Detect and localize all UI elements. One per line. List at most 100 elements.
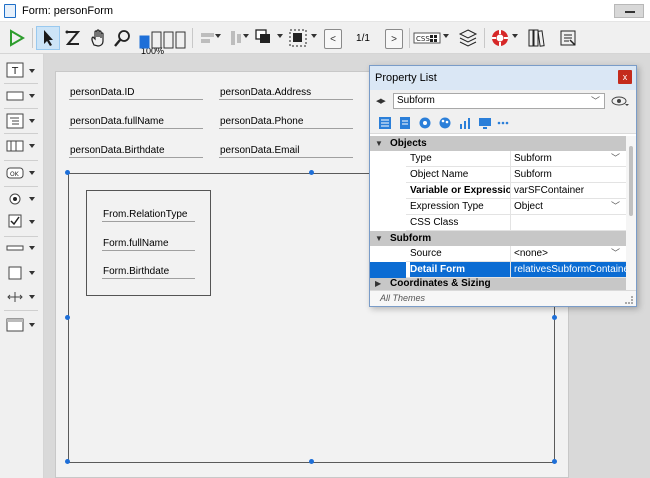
chevron-down-icon[interactable] (29, 94, 35, 98)
resize-handle-left[interactable] (65, 315, 70, 320)
list-box-tool-button[interactable] (6, 138, 24, 154)
object-selector-dropdown[interactable]: Subform ﹀ (393, 93, 605, 109)
field-persondata-email[interactable]: personData.Email (219, 145, 353, 158)
text-tool-button[interactable]: T (6, 62, 24, 78)
chevron-down-icon[interactable] (215, 34, 221, 38)
layers-icon (458, 29, 478, 47)
resize-handle-top-left[interactable] (65, 170, 70, 175)
section-objects[interactable]: ▼ Objects (370, 136, 626, 151)
subform-tool-button[interactable] (6, 317, 24, 333)
monitor-icon[interactable] (478, 116, 492, 130)
resize-handle-right[interactable] (552, 315, 557, 320)
field-relationtype[interactable]: From.RelationType (102, 209, 195, 222)
chevron-down-icon[interactable] (29, 271, 35, 275)
radio-tool-button[interactable] (6, 191, 24, 207)
property-row-source[interactable]: Source <none> ﹀ (370, 246, 626, 262)
checkbox-tool-button[interactable] (6, 213, 24, 229)
chevron-down-icon[interactable] (29, 295, 35, 299)
chevron-down-icon[interactable]: ﹀ (611, 151, 620, 166)
caret-down-icon: ▼ (375, 139, 383, 148)
palette-icon[interactable] (438, 116, 452, 130)
chevron-down-icon[interactable] (29, 197, 35, 201)
list-of-objects-button[interactable] (556, 26, 580, 50)
chevron-down-icon[interactable] (29, 220, 35, 224)
chevron-down-icon[interactable] (443, 34, 449, 38)
layers-stack-icon (255, 29, 270, 43)
chevron-down-icon[interactable] (29, 69, 35, 73)
resize-handle-bottom-left[interactable] (65, 459, 70, 464)
zoom-tool-button[interactable] (111, 26, 135, 50)
group-button[interactable] (286, 26, 310, 50)
property-list-titlebar[interactable]: Property List x (370, 66, 636, 90)
chevron-down-icon[interactable]: ﹀ (611, 199, 620, 214)
theme-filter-label[interactable]: All Themes (380, 293, 425, 303)
hierarchical-list-icon (6, 113, 24, 129)
line-tool-button[interactable] (6, 240, 24, 256)
macros-button[interactable] (488, 26, 512, 50)
select-tool-button[interactable] (36, 26, 60, 50)
hierarchical-list-tool-button[interactable] (6, 113, 24, 129)
property-row-type[interactable]: Type Subform ﹀ (370, 151, 626, 167)
field-form-fullname[interactable]: Form.fullName (102, 238, 195, 251)
chevron-down-icon[interactable] (29, 119, 35, 123)
field-persondata-fullname[interactable]: personData.fullName (69, 116, 203, 129)
property-grid-scrollbar[interactable] (626, 136, 636, 290)
views-button[interactable] (456, 26, 480, 50)
css-preview-button[interactable]: CSS (413, 26, 441, 50)
chevron-down-icon[interactable] (512, 34, 518, 38)
resize-handle-bottom-right[interactable] (552, 459, 557, 464)
arrow-pointer-icon (44, 30, 53, 46)
chevron-down-icon[interactable] (277, 34, 283, 38)
minimize-button[interactable] (614, 4, 644, 18)
splitter-tool-button[interactable] (6, 289, 24, 305)
object-nav-arrows-icon[interactable]: ◀▶ (376, 97, 386, 105)
property-row-css-class[interactable]: CSS Class (370, 215, 626, 231)
field-persondata-birthdate[interactable]: personData.Birthdate (69, 145, 203, 158)
distribute-button[interactable] (224, 26, 248, 50)
eye-icon[interactable] (611, 95, 629, 107)
library-books-icon (528, 29, 545, 47)
previous-page-button[interactable]: < (324, 29, 342, 49)
button-tool-button[interactable]: OK (6, 165, 24, 181)
entry-order-button[interactable] (61, 26, 85, 50)
zoom-level-buttons[interactable] (139, 30, 187, 50)
chevron-down-icon[interactable] (311, 34, 317, 38)
page-indicator: 1/1 (356, 33, 370, 44)
list-view-icon[interactable] (378, 116, 392, 130)
run-form-button[interactable] (4, 26, 28, 50)
property-row-object-name[interactable]: Object Name Subform (370, 167, 626, 183)
resize-grip-icon[interactable] (625, 296, 633, 304)
property-grid: ▼ Objects Type Subform ﹀ Object Name Sub… (370, 136, 626, 290)
section-subform[interactable]: ▼ Subform (370, 231, 626, 246)
play-icon (10, 29, 25, 47)
chevron-down-icon[interactable] (29, 171, 35, 175)
resize-handle-bottom[interactable] (309, 459, 314, 464)
section-coordinates-sizing[interactable]: ▶ Coordinates & Sizing (370, 278, 626, 290)
close-button[interactable]: x (618, 70, 632, 84)
next-page-button[interactable]: > (385, 29, 403, 49)
more-options-icon[interactable] (496, 116, 510, 130)
field-persondata-address[interactable]: personData.Address (219, 87, 353, 100)
property-row-variable-or-expression[interactable]: Variable or Expression varSFContainer (370, 183, 626, 199)
rectangle-tool-button[interactable] (6, 265, 24, 281)
field-persondata-phone[interactable]: personData.Phone (219, 116, 353, 129)
document-icon[interactable] (398, 116, 412, 130)
library-button[interactable] (524, 26, 548, 50)
property-row-detail-form[interactable]: Detail Form relativesSubformContainer (370, 262, 626, 278)
field-persondata-id[interactable]: personData.ID (69, 87, 203, 100)
chart-icon[interactable] (458, 116, 472, 130)
arrange-button[interactable] (252, 26, 276, 50)
chevron-down-icon[interactable] (29, 323, 35, 327)
property-row-expression-type[interactable]: Expression Type Object ﹀ (370, 199, 626, 215)
field-form-birthdate[interactable]: Form.Birthdate (102, 266, 195, 279)
chevron-down-icon[interactable] (29, 144, 35, 148)
move-tool-button[interactable] (86, 26, 110, 50)
align-button[interactable] (196, 26, 220, 50)
chevron-down-icon[interactable] (29, 246, 35, 250)
input-tool-button[interactable] (6, 88, 24, 104)
resize-handle-top[interactable] (309, 170, 314, 175)
group-objects-icon (289, 29, 307, 47)
chevron-down-icon[interactable] (243, 34, 249, 38)
gear-icon[interactable] (418, 116, 432, 130)
chevron-down-icon[interactable]: ﹀ (611, 246, 620, 261)
